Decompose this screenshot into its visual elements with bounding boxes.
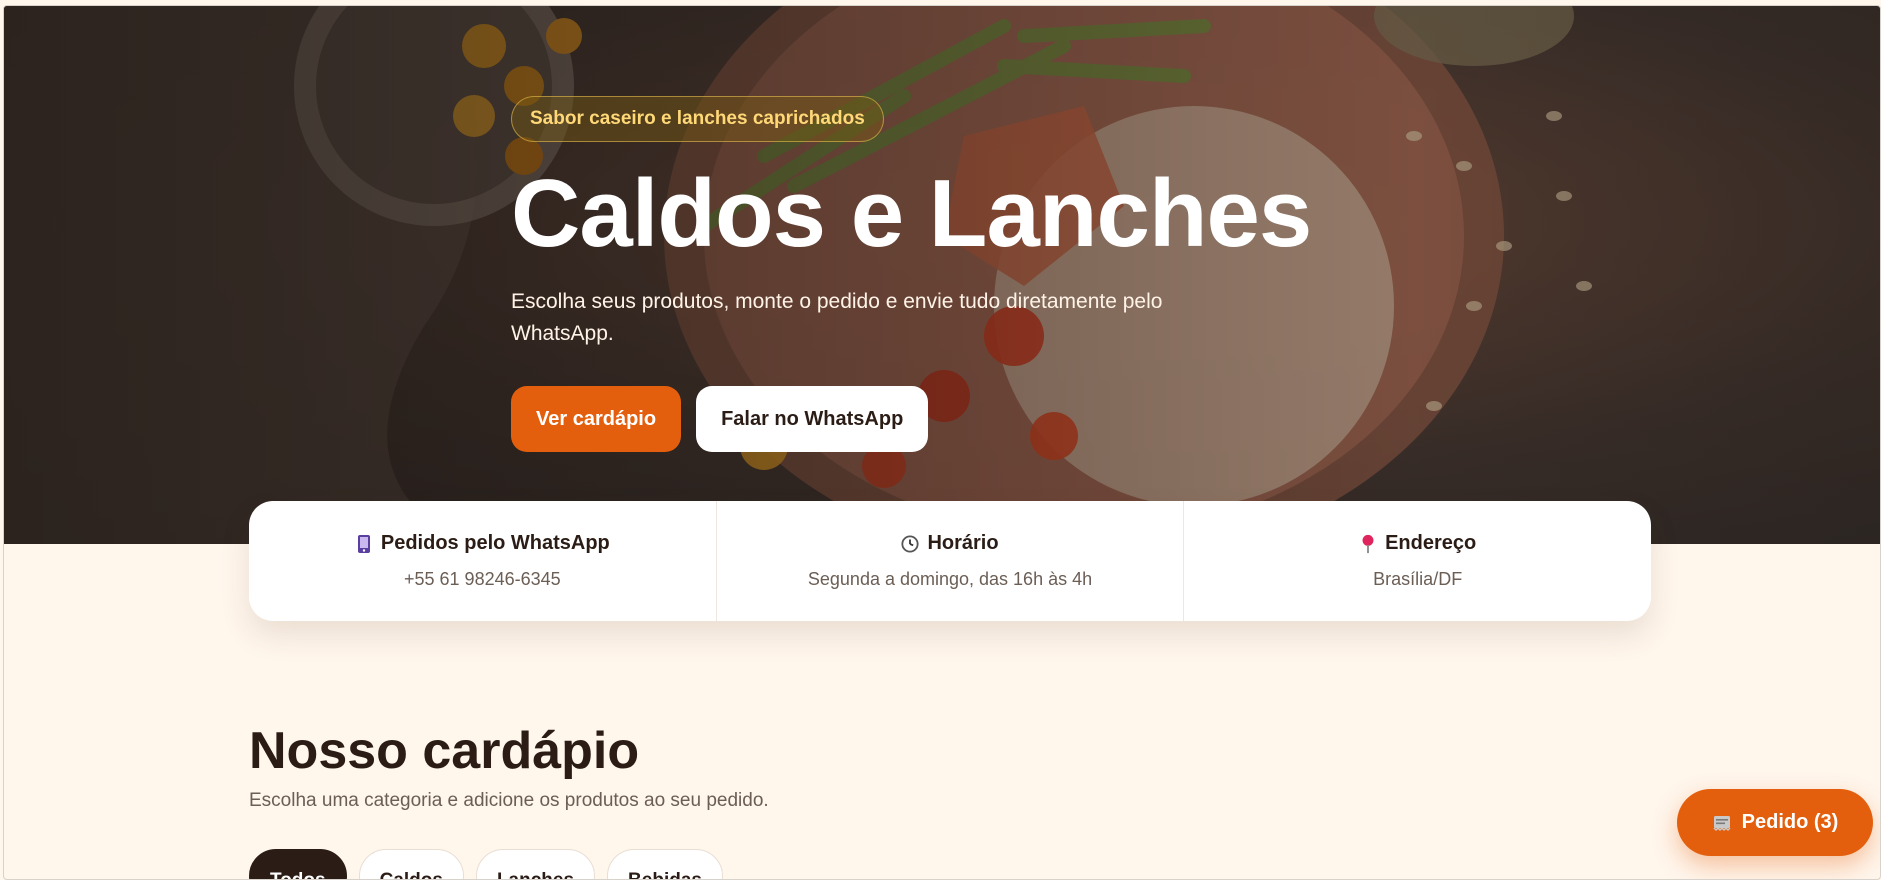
page-frame: Sabor caseiro e lanches caprichados Cald… bbox=[3, 5, 1881, 880]
pin-icon bbox=[1362, 534, 1374, 553]
filter-todos[interactable]: Todos bbox=[249, 849, 347, 879]
info-address: Endereço Brasília/DF bbox=[1184, 501, 1651, 621]
phone-icon bbox=[357, 534, 370, 553]
category-filters: Todos Caldos Lanches Bebidas bbox=[249, 849, 723, 879]
filter-bebidas[interactable]: Bebidas bbox=[607, 849, 723, 879]
view-menu-button[interactable]: Ver cardápio bbox=[511, 386, 682, 452]
filter-lanches[interactable]: Lanches bbox=[475, 849, 596, 879]
info-card: Pedidos pelo WhatsApp +55 61 98246-6345 … bbox=[249, 501, 1651, 621]
clock-icon bbox=[901, 534, 919, 553]
info-whatsapp-title: Pedidos pelo WhatsApp bbox=[380, 532, 610, 554]
whatsapp-contact-button[interactable]: Falar no WhatsApp bbox=[696, 386, 929, 452]
hero-content: Sabor caseiro e lanches caprichados Cald… bbox=[511, 96, 1411, 452]
filter-caldos[interactable]: Caldos bbox=[358, 849, 464, 879]
hero-actions: Ver cardápio Falar no WhatsApp bbox=[511, 386, 1411, 452]
info-address-title: Endereço bbox=[1385, 532, 1477, 554]
hero-tagline-badge: Sabor caseiro e lanches caprichados bbox=[511, 96, 884, 142]
menu-subtitle: Escolha uma categoria e adicione os prod… bbox=[249, 790, 769, 811]
info-hours: Horário Segunda a domingo, das 16h às 4h bbox=[717, 501, 1185, 621]
order-cart-button[interactable]: Pedido (3) bbox=[1677, 789, 1873, 856]
info-address-value: Brasília/DF bbox=[1373, 569, 1463, 589]
menu-title: Nosso cardápio bbox=[249, 722, 640, 780]
info-hours-value: Segunda a domingo, das 16h às 4h bbox=[807, 569, 1093, 589]
hero-section: Sabor caseiro e lanches caprichados Cald… bbox=[4, 6, 1880, 544]
receipt-icon bbox=[1713, 815, 1731, 831]
info-whatsapp-value: +55 61 98246-6345 bbox=[404, 569, 561, 589]
info-hours-title: Horário bbox=[927, 532, 999, 554]
hero-title: Caldos e Lanches bbox=[511, 160, 1312, 267]
info-whatsapp: Pedidos pelo WhatsApp +55 61 98246-6345 bbox=[249, 501, 717, 621]
order-cart-label: Pedido (3) bbox=[1741, 811, 1839, 833]
hero-subtitle: Escolha seus produtos, monte o pedido e … bbox=[511, 290, 1163, 345]
